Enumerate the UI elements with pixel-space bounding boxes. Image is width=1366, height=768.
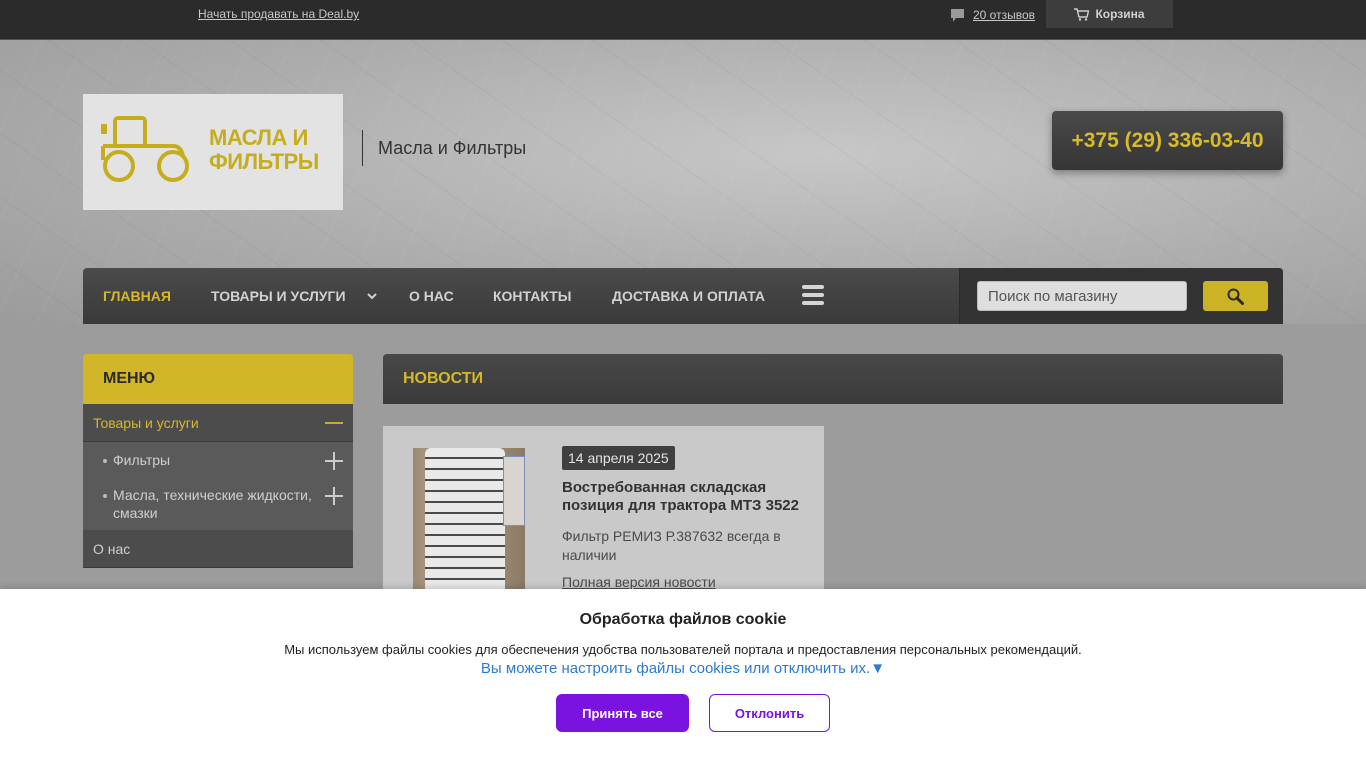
cart-label: Корзина	[1095, 7, 1145, 21]
sidebar-item-oils[interactable]: Масла, технические жидкости, смазки	[83, 477, 353, 530]
nav-item-delivery[interactable]: ДОСТАВКА И ОПЛАТА	[612, 268, 765, 324]
news-card: 14 апреля 2025 Востребованная складская …	[383, 426, 824, 606]
plus-icon[interactable]	[325, 452, 343, 470]
news-title[interactable]: Востребованная складская позиция для тра…	[562, 479, 807, 515]
hamburger-menu-icon[interactable]	[802, 285, 824, 307]
site-logo[interactable]: МАСЛА И ФИЛЬТРЫ	[83, 94, 343, 210]
cart-button[interactable]: Корзина	[1046, 0, 1173, 28]
main-navigation: ГЛАВНАЯ ТОВАРЫ И УСЛУГИ О НАС КОНТАКТЫ Д…	[83, 268, 1283, 324]
sidebar-title: МЕНЮ	[83, 354, 353, 404]
nav-item-contacts[interactable]: КОНТАКТЫ	[493, 268, 571, 324]
cookie-banner: Обработка файлов cookie Мы используем фа…	[0, 589, 1366, 768]
sidebar-item-filters[interactable]: Фильтры	[83, 442, 353, 477]
plus-icon[interactable]	[325, 487, 343, 505]
bullet-icon	[103, 459, 107, 463]
cookie-settings-link[interactable]: Вы можете настроить файлы cookies или от…	[0, 660, 1366, 677]
minus-icon[interactable]	[325, 422, 343, 424]
cart-icon	[1074, 7, 1090, 21]
news-image[interactable]	[413, 448, 525, 598]
sidebar-item-products[interactable]: Товары и услуги	[83, 404, 353, 442]
chevron-down-icon[interactable]	[366, 290, 378, 302]
sidebar-item-about[interactable]: О нас	[83, 530, 353, 568]
decline-button[interactable]: Отклонить	[709, 694, 830, 732]
search-area	[959, 268, 1283, 324]
chat-icon	[951, 8, 964, 22]
cookie-text: Мы используем файлы cookies для обеспече…	[284, 642, 1082, 657]
cookie-title: Обработка файлов cookie	[579, 611, 787, 628]
reviews-block: 20 отзывов	[950, 6, 1035, 24]
sidebar-menu: МЕНЮ Товары и услуги Фильтры Масла, техн…	[83, 354, 353, 568]
search-icon	[1227, 288, 1244, 305]
logo-text: МАСЛА И ФИЛЬТРЫ	[209, 126, 319, 174]
news-date: 14 апреля 2025	[562, 446, 675, 470]
sidebar-item-label: Фильтры	[113, 452, 171, 468]
header-divider	[362, 130, 363, 166]
accept-all-button[interactable]: Принять все	[556, 694, 689, 732]
phone-number[interactable]: +375 (29) 336-03-40	[1052, 111, 1283, 170]
sidebar-item-label: Масла, технические жидкости, смазки	[113, 487, 312, 521]
logo-text-line1: МАСЛА И	[209, 125, 308, 150]
nav-item-home[interactable]: ГЛАВНАЯ	[103, 268, 171, 324]
sidebar-item-label: О нас	[93, 541, 131, 557]
news-more-link[interactable]: Полная версия новости	[562, 574, 716, 590]
site-title: Масла и Фильтры	[378, 138, 527, 158]
start-selling-link[interactable]: Начать продавать на Deal.by	[198, 7, 359, 21]
bullet-icon	[103, 494, 107, 498]
sidebar-item-label: Товары и услуги	[93, 415, 199, 431]
nav-item-products[interactable]: ТОВАРЫ И УСЛУГИ	[211, 268, 346, 324]
news-text: Фильтр РЕМИЗ Р.387632 всегда в наличии	[562, 528, 781, 563]
search-button[interactable]	[1203, 281, 1268, 311]
nav-item-about[interactable]: О НАС	[409, 268, 454, 324]
news-section-title: НОВОСТИ	[383, 354, 1283, 404]
search-input[interactable]	[977, 281, 1187, 311]
logo-text-line2: ФИЛЬТРЫ	[209, 149, 319, 174]
top-bar: Начать продавать на Deal.by 20 отзывов К…	[0, 0, 1366, 40]
reviews-link[interactable]: 20 отзывов	[973, 8, 1035, 22]
tractor-logo-icon	[101, 116, 189, 182]
